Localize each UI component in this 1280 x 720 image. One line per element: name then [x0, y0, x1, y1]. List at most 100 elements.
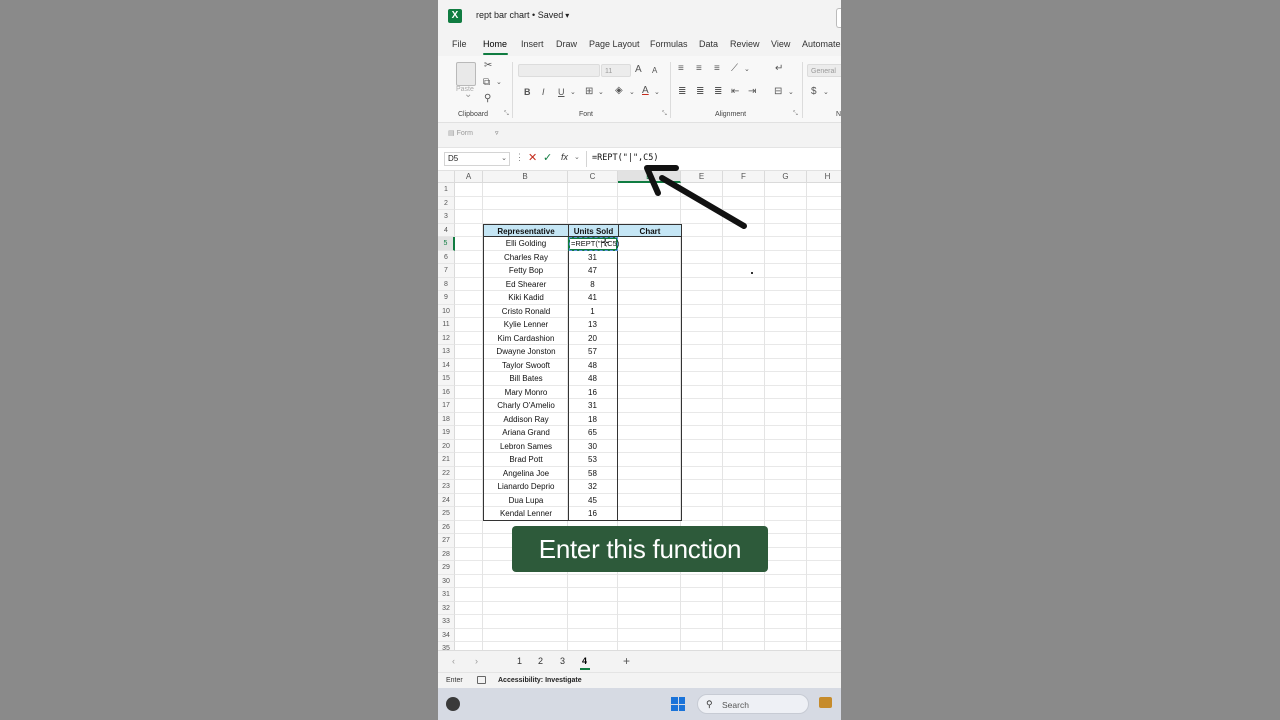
row-header-14[interactable]: 14 — [438, 358, 455, 372]
cell-chart[interactable] — [618, 426, 682, 440]
row-header-18[interactable]: 18 — [438, 412, 455, 426]
row-header-15[interactable]: 15 — [438, 372, 455, 386]
form-button[interactable]: ▤ Form — [448, 129, 473, 137]
chevron-down-icon[interactable]: ⌄ — [654, 88, 660, 98]
row-header-4[interactable]: 4 — [438, 223, 455, 237]
row-header-8[interactable]: 8 — [438, 277, 455, 291]
name-box[interactable]: D5 ⌄ — [444, 152, 510, 166]
cell-representative[interactable]: Dwayne Jonston — [483, 345, 569, 359]
cell-representative[interactable]: Kim Cardashion — [483, 331, 569, 345]
format-painter-icon[interactable]: ⚲ — [484, 94, 491, 104]
cell-chart[interactable] — [618, 480, 682, 494]
tab-formulas[interactable]: Formulas — [650, 39, 688, 49]
cell-units-sold[interactable]: 41 — [568, 291, 618, 305]
row-header-1[interactable]: 1 — [438, 183, 455, 197]
cell-chart[interactable] — [618, 291, 682, 305]
column-header-g[interactable]: G — [765, 171, 807, 183]
macro-recording-icon[interactable] — [477, 676, 486, 684]
header-representative[interactable]: Representative — [483, 223, 569, 237]
row-header-30[interactable]: 30 — [438, 574, 455, 588]
cell-chart[interactable] — [618, 439, 682, 453]
cell-chart[interactable] — [618, 318, 682, 332]
merge-center-icon[interactable]: ⊟ — [774, 87, 782, 97]
header-chart[interactable]: Chart — [618, 223, 682, 237]
align-middle-icon[interactable]: ≡ — [696, 64, 702, 74]
dialog-launcher-icon[interactable]: ⤡ — [793, 111, 798, 118]
dialog-launcher-icon[interactable]: ⤡ — [504, 111, 509, 118]
column-header-d[interactable]: D — [618, 171, 681, 183]
row-header-3[interactable]: 3 — [438, 210, 455, 224]
chevron-down-icon[interactable]: ⌄ — [629, 88, 635, 98]
orientation-icon[interactable]: ⟋ — [731, 64, 738, 74]
customize-qat-icon[interactable]: ▿ — [495, 129, 499, 137]
column-header-b[interactable]: B — [483, 171, 568, 183]
fill-color-icon[interactable]: ◈ — [615, 86, 623, 96]
cell-representative[interactable]: Elli Golding — [483, 237, 569, 251]
number-format-dropdown[interactable]: General — [807, 64, 841, 77]
column-header-f[interactable]: F — [723, 171, 765, 183]
font-size-dropdown[interactable]: 11 — [601, 64, 631, 77]
cell-units-sold[interactable]: 31 — [568, 399, 618, 413]
column-header-c[interactable]: C — [568, 171, 618, 183]
cell-units-sold[interactable]: 65 — [568, 426, 618, 440]
cell-representative[interactable]: Addison Ray — [483, 412, 569, 426]
row-header-27[interactable]: 27 — [438, 534, 455, 548]
cell-units-sold[interactable]: 58 — [568, 466, 618, 480]
row-header-13[interactable]: 13 — [438, 345, 455, 359]
dialog-launcher-icon[interactable]: ⤡ — [662, 111, 667, 118]
add-sheet-button[interactable]: + — [623, 654, 630, 668]
document-title[interactable]: rept bar chart • Saved ▾ — [476, 10, 569, 20]
windows-start-icon[interactable] — [671, 697, 685, 711]
cell-representative[interactable]: Cristo Ronald — [483, 304, 569, 318]
cell-chart[interactable] — [618, 237, 682, 251]
row-header-19[interactable]: 19 — [438, 426, 455, 440]
chevron-down-icon[interactable]: ⌄ — [496, 78, 502, 88]
cell-representative[interactable]: Bill Bates — [483, 372, 569, 386]
row-header-35[interactable]: 35 — [438, 642, 455, 650]
cell-representative[interactable]: Kiki Kadid — [483, 291, 569, 305]
cell-representative[interactable]: Lianardo Deprio — [483, 480, 569, 494]
chevron-down-icon[interactable]: ⌄ — [598, 88, 604, 98]
font-color-icon[interactable]: A — [642, 86, 649, 96]
cut-icon[interactable]: ✂ — [484, 61, 492, 71]
row-header-24[interactable]: 24 — [438, 493, 455, 507]
borders-icon[interactable]: ⊞ — [585, 87, 593, 97]
chevron-down-icon[interactable]: ⌄ — [788, 88, 794, 98]
row-header-33[interactable]: 33 — [438, 615, 455, 629]
decrease-font-size-button[interactable]: A — [652, 66, 657, 76]
row-header-17[interactable]: 17 — [438, 399, 455, 413]
align-left-icon[interactable]: ≣ — [678, 87, 686, 97]
taskbar-search[interactable]: ⚲ Search — [697, 694, 809, 714]
cell-representative[interactable]: Charly O'Amelio — [483, 399, 569, 413]
cell-units-sold[interactable]: 32 — [568, 480, 618, 494]
tab-data[interactable]: Data — [699, 39, 718, 49]
row-header-31[interactable]: 31 — [438, 588, 455, 602]
currency-button[interactable]: $ — [811, 87, 817, 97]
column-header-h[interactable]: H — [807, 171, 841, 183]
tab-home[interactable]: Home — [483, 39, 507, 49]
cell-chart[interactable] — [618, 507, 682, 521]
row-header-5[interactable]: 5 — [438, 237, 455, 251]
cell-chart[interactable] — [618, 385, 682, 399]
select-all-corner[interactable] — [438, 171, 455, 183]
cell-chart[interactable] — [618, 250, 682, 264]
bold-button[interactable]: B — [524, 87, 531, 97]
cell-representative[interactable]: Fetty Bop — [483, 264, 569, 278]
column-header-a[interactable]: A — [455, 171, 483, 183]
cell-units-sold[interactable]: 18 — [568, 412, 618, 426]
chevron-right-icon[interactable]: › — [475, 656, 478, 666]
row-header-20[interactable]: 20 — [438, 439, 455, 453]
cell-chart[interactable] — [618, 358, 682, 372]
row-header-23[interactable]: 23 — [438, 480, 455, 494]
cell-representative[interactable]: Mary Monro — [483, 385, 569, 399]
row-header-6[interactable]: 6 — [438, 250, 455, 264]
cell-units-sold[interactable]: 47 — [568, 264, 618, 278]
increase-indent-icon[interactable]: ⇥ — [748, 87, 756, 97]
header-units-sold[interactable]: Units Sold — [568, 223, 619, 237]
cell-representative[interactable]: Lebron Sames — [483, 439, 569, 453]
sheet-tab-2[interactable]: 2 — [538, 656, 543, 666]
row-header-32[interactable]: 32 — [438, 601, 455, 615]
cell-chart[interactable] — [618, 372, 682, 386]
chevron-down-icon[interactable]: ⌄ — [744, 65, 750, 75]
italic-button[interactable]: I — [542, 87, 545, 97]
